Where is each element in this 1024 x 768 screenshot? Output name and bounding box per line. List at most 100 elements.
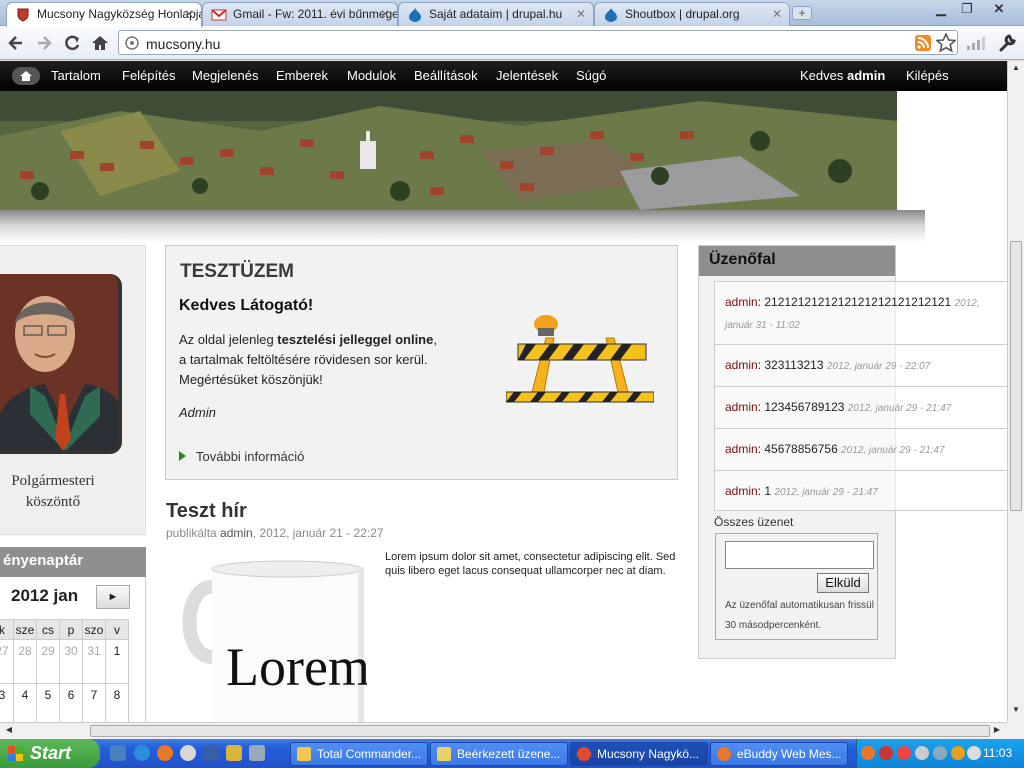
close-tab-icon[interactable]: ✕ (184, 7, 194, 21)
media-player-icon[interactable] (180, 745, 196, 761)
show-desktop-icon[interactable] (110, 745, 126, 761)
wrench-icon[interactable] (997, 33, 1017, 53)
shout-user[interactable]: admin (725, 358, 758, 372)
scroll-down-icon[interactable]: ▼ (1010, 705, 1022, 719)
admin-home-button[interactable] (12, 67, 40, 85)
close-tab-icon[interactable]: ✕ (380, 7, 390, 21)
menu-item-tartalom[interactable]: Tartalom (51, 68, 101, 83)
all-messages-link[interactable]: Összes üzenet (714, 515, 793, 529)
vertical-scrollbar[interactable]: ▲ ▼ (1007, 61, 1024, 722)
menu-item-megjelenes[interactable]: Megjelenés (192, 68, 259, 83)
scroll-up-icon[interactable]: ▲ (1010, 63, 1022, 77)
scroll-thumb[interactable] (90, 725, 990, 737)
logout-link[interactable]: Kilépés (906, 68, 949, 83)
divider (715, 428, 1007, 429)
forward-icon[interactable] (34, 33, 54, 53)
notice-heading: TESZTÜZEM (180, 261, 294, 282)
tab-mucsony[interactable]: Mucsony Nagyközség Honlapja ✕ (6, 2, 202, 27)
user-greeting[interactable]: Kedves admin (800, 68, 885, 83)
save-icon[interactable] (203, 745, 219, 761)
tab-drupal-hu[interactable]: Saját adataim | drupal.hu ✕ (398, 2, 594, 26)
calendar-day[interactable]: 3 (0, 683, 14, 722)
address-bar[interactable]: mucsony.hu (118, 30, 958, 55)
menu-item-jelentesek[interactable]: Jelentések (496, 68, 558, 83)
network-icon[interactable] (249, 745, 265, 761)
calendar-day[interactable]: 5 (36, 683, 60, 722)
calendar-day[interactable]: 29 (36, 639, 60, 684)
tab-drupal-org[interactable]: Shoutbox | drupal.org ✕ (594, 2, 790, 26)
minimize-icon[interactable]: ▁ (930, 2, 952, 18)
folder-icon[interactable] (226, 745, 242, 761)
mayor-portrait[interactable] (0, 274, 122, 454)
calendar-day[interactable]: 6 (59, 683, 83, 722)
calendar-day[interactable]: 27 (0, 639, 14, 684)
close-tab-icon[interactable]: ✕ (576, 7, 586, 21)
send-button[interactable]: Elküld (817, 573, 869, 593)
mug-text: Lorem (226, 637, 367, 697)
calendar-day[interactable]: 31 (82, 639, 106, 684)
tray-update-icon[interactable] (951, 746, 965, 760)
notice-line-3: Megértésüket köszönjük! (179, 372, 323, 387)
news-author-link[interactable]: admin (220, 526, 253, 540)
tray-network-icon[interactable] (915, 746, 929, 760)
new-tab-button[interactable]: + (792, 6, 812, 20)
close-window-icon[interactable]: ✕ (988, 2, 1010, 18)
scroll-left-icon[interactable]: ◀ (2, 725, 16, 737)
close-tab-icon[interactable]: ✕ (772, 7, 782, 21)
news-title[interactable]: Teszt hír (166, 500, 247, 523)
shout-date: 2012, január 29 - 22:07 (826, 361, 931, 372)
bookmark-star-icon[interactable] (936, 33, 956, 53)
tray-firefox-icon[interactable] (861, 746, 875, 760)
home-icon[interactable] (90, 33, 110, 53)
notice-signature: Admin (179, 405, 216, 420)
day-header: szo (82, 619, 106, 640)
notice-line-1-a: Az oldal jelenleg (179, 332, 278, 347)
notice-line-1-c: , (433, 332, 437, 347)
scroll-thumb[interactable] (1010, 241, 1022, 511)
restore-icon[interactable]: ❐ (956, 2, 978, 18)
reload-icon[interactable] (62, 33, 82, 53)
tray-app-icon[interactable] (879, 746, 893, 760)
calendar-day[interactable]: 8 (105, 683, 129, 722)
task-chrome[interactable]: Mucsony Nagykö... (570, 742, 708, 766)
calendar-day[interactable]: 1 (105, 639, 129, 684)
gmail-icon (211, 9, 227, 21)
day-header: cs (36, 619, 60, 640)
task-total-commander[interactable]: Total Commander... (290, 742, 428, 766)
shout-user[interactable]: admin (725, 484, 758, 498)
task-inbox[interactable]: Beérkezett üzene... (430, 742, 568, 766)
tab-gmail[interactable]: Gmail - Fw: 2011. évi bűnmegelőzési ✕ (202, 2, 398, 26)
menu-item-beallitasok[interactable]: Beállítások (414, 68, 478, 83)
scroll-right-icon[interactable]: ▶ (990, 725, 1004, 737)
menu-item-sugo[interactable]: Súgó (576, 68, 606, 83)
back-icon[interactable] (6, 33, 26, 53)
shout-user[interactable]: admin (725, 442, 758, 456)
menu-item-emberek[interactable]: Emberek (276, 68, 328, 83)
calendar-day[interactable]: 7 (82, 683, 106, 722)
tray-volume-icon[interactable] (967, 746, 981, 760)
more-info-link[interactable]: További információ (179, 449, 304, 464)
rss-icon[interactable] (915, 35, 931, 51)
start-button[interactable]: Start (0, 739, 100, 768)
refresh-note: Az üzenőfal automatikusan frissül 30 más… (725, 600, 874, 631)
shout-user[interactable]: admin (725, 295, 758, 309)
windows-logo-icon (8, 746, 23, 761)
next-month-button[interactable]: ► (96, 585, 130, 609)
calendar-day[interactable]: 4 (13, 683, 37, 722)
tray-search-icon[interactable] (933, 746, 947, 760)
drupal-icon (605, 8, 617, 22)
calendar-day[interactable]: 28 (13, 639, 37, 684)
shout-message-input[interactable] (725, 541, 874, 569)
mayor-greeting-title[interactable]: Polgármesteri köszöntő (0, 471, 106, 513)
calendar-day[interactable]: 30 (59, 639, 83, 684)
menu-item-modulok[interactable]: Modulok (347, 68, 396, 83)
firefox-icon[interactable] (157, 745, 173, 761)
day-header: k (0, 619, 14, 640)
signal-bars-icon (967, 37, 985, 50)
menu-item-felepites[interactable]: Felépítés (122, 68, 175, 83)
task-ebuddy[interactable]: eBuddy Web Mes... (710, 742, 848, 766)
internet-explorer-icon[interactable] (134, 745, 150, 761)
shout-user[interactable]: admin (725, 400, 758, 414)
horizontal-scrollbar[interactable]: ◀ ▶ (0, 722, 1007, 739)
tray-gmail-icon[interactable] (897, 746, 911, 760)
